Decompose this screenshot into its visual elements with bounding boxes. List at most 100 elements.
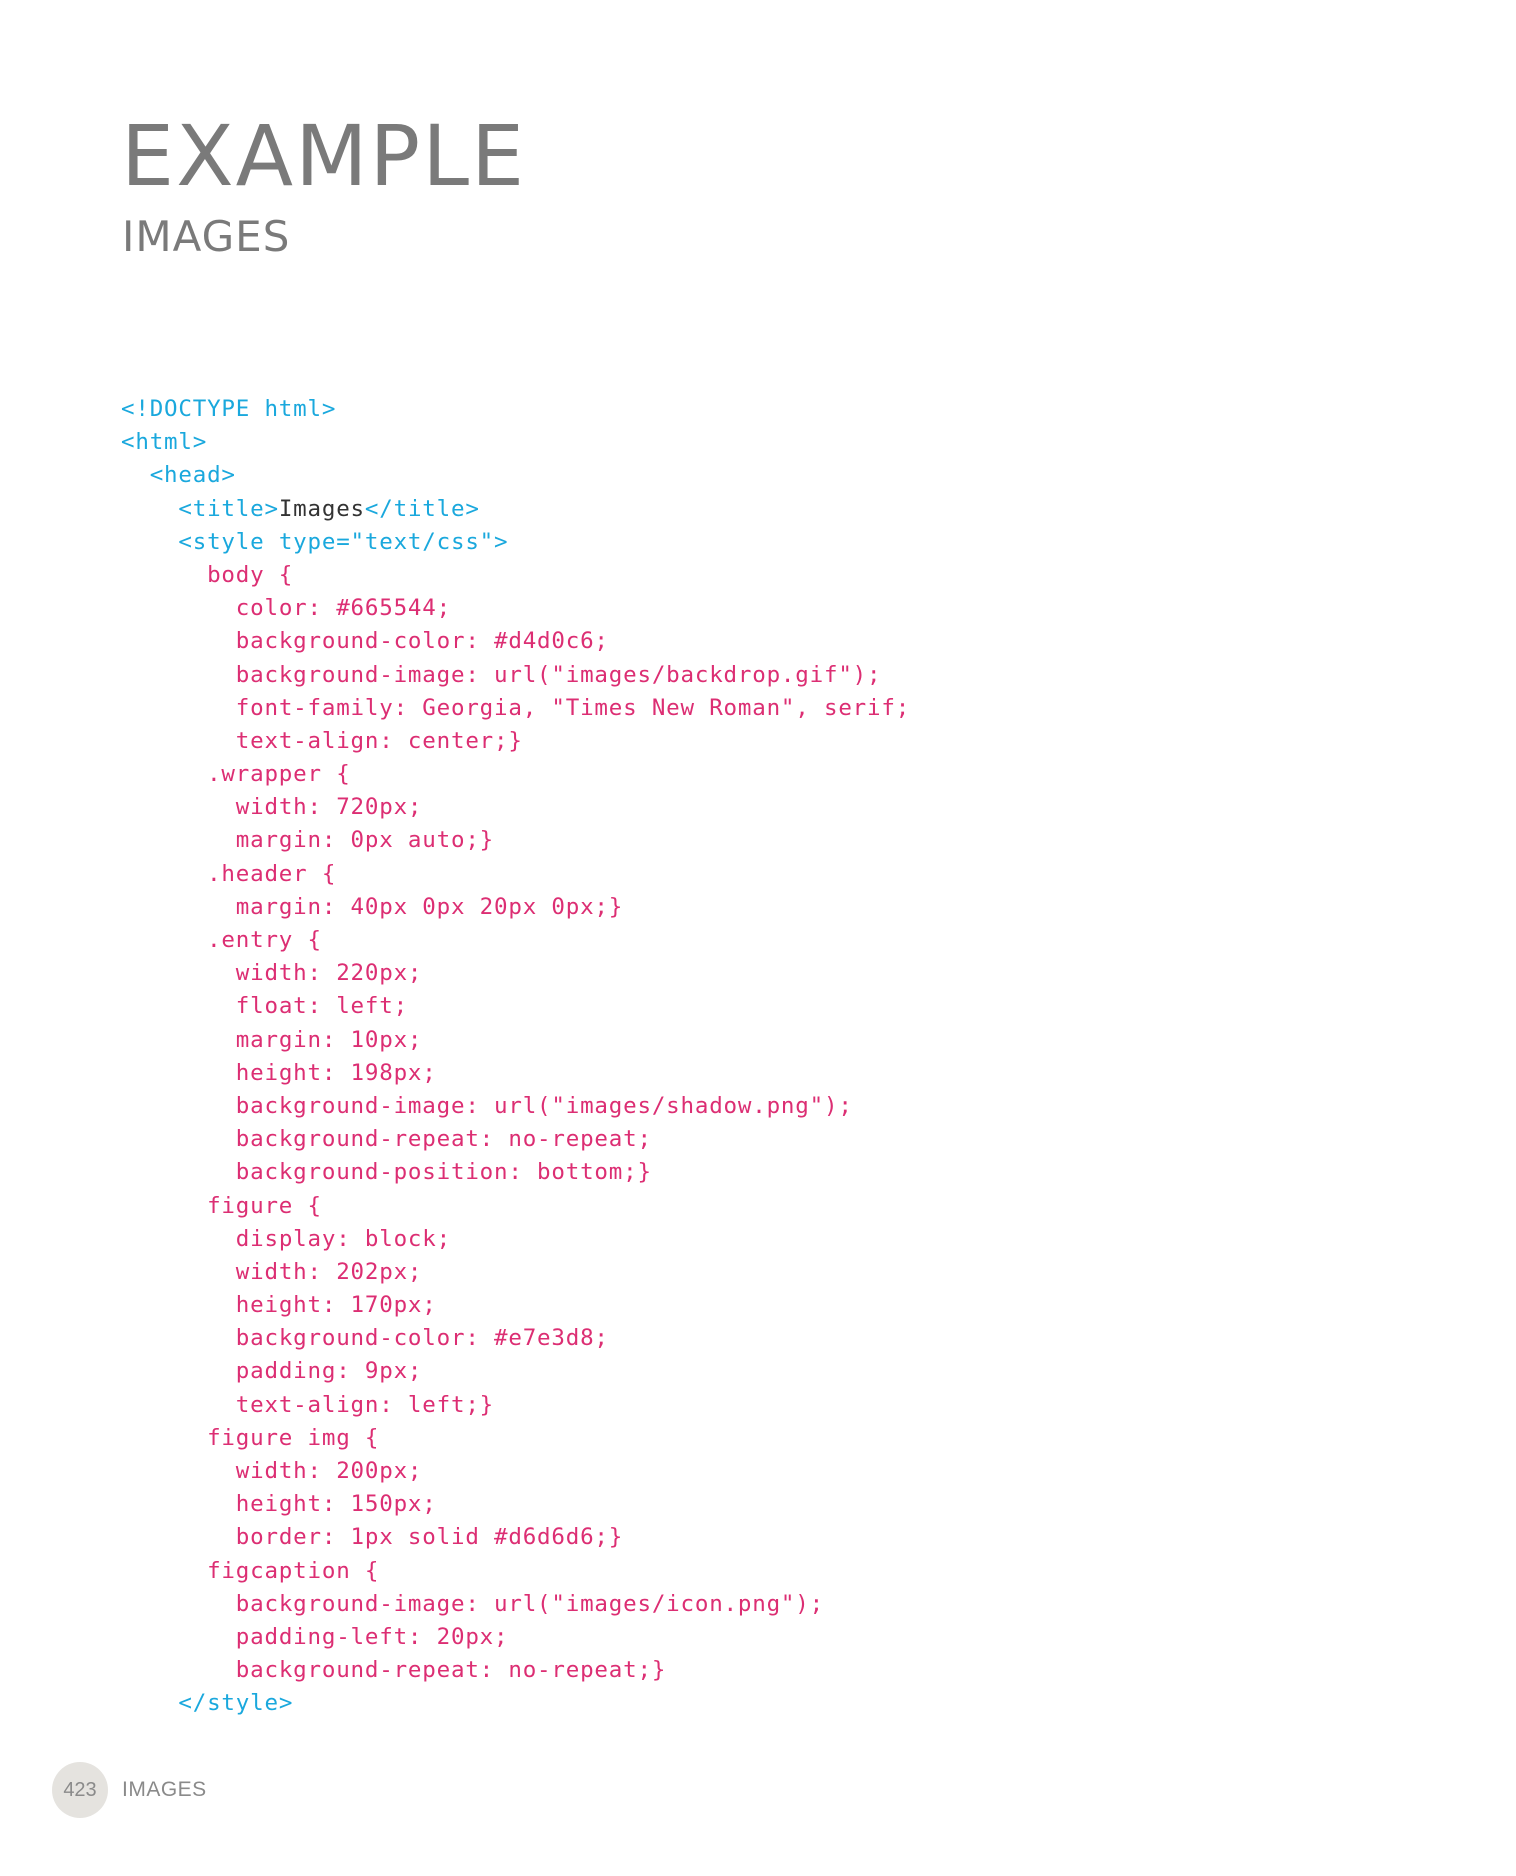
code-line: padding: 9px;: [121, 1355, 1421, 1388]
code-line: <style type="text/css">: [121, 526, 1421, 559]
code-css-rule: background-repeat: no-repeat;: [235, 1126, 652, 1153]
code-css-rule: padding-left: 20px;: [235, 1623, 509, 1650]
code-line: width: 720px;: [121, 791, 1421, 824]
page-title: EXAMPLE: [121, 107, 527, 205]
code-css-rule: figure img {: [207, 1424, 380, 1451]
code-line: float: left;: [121, 990, 1421, 1023]
code-css-rule: background-color: #e7e3d8;: [235, 1325, 609, 1352]
code-line: width: 200px;: [121, 1455, 1421, 1488]
page-number-badge: 423: [52, 1762, 108, 1818]
page-subtitle: IMAGES: [122, 212, 291, 261]
code-line: color: #665544;: [121, 592, 1421, 625]
code-line: border: 1px solid #d6d6d6;}: [121, 1521, 1421, 1554]
code-line: height: 198px;: [121, 1057, 1421, 1090]
code-css-rule: background-position: bottom;}: [235, 1159, 652, 1186]
code-line: .wrapper {: [121, 758, 1421, 791]
code-css-rule: .wrapper {: [207, 761, 351, 788]
code-css-rule: .header {: [207, 860, 337, 887]
code-css-rule: border: 1px solid #d6d6d6;}: [235, 1524, 624, 1551]
code-html-tag: </style>: [178, 1690, 294, 1717]
code-css-rule: height: 150px;: [235, 1491, 437, 1518]
code-css-rule: figure {: [207, 1192, 322, 1219]
code-css-rule: background-image: url("images/icon.png")…: [235, 1590, 824, 1617]
code-line: background-image: url("images/shadow.png…: [121, 1090, 1421, 1123]
code-html-tag: <style type="text/css">: [178, 528, 509, 555]
code-line: background-repeat: no-repeat;}: [121, 1654, 1421, 1687]
code-line: background-position: bottom;}: [121, 1156, 1421, 1189]
code-line: <html>: [121, 426, 1421, 459]
code-line: display: block;: [121, 1223, 1421, 1256]
code-html-tag: <title>: [178, 495, 279, 522]
code-css-rule: background-color: #d4d0c6;: [235, 628, 609, 655]
code-line: .entry {: [121, 924, 1421, 957]
code-line: font-family: Georgia, "Times New Roman",…: [121, 692, 1421, 725]
code-line: width: 202px;: [121, 1256, 1421, 1289]
code-line: .header {: [121, 858, 1421, 891]
code-css-rule: figcaption {: [207, 1557, 380, 1584]
code-line: background-image: url("images/icon.png")…: [121, 1588, 1421, 1621]
code-css-rule: body {: [207, 561, 294, 588]
code-css-rule: text-align: center;}: [235, 727, 523, 754]
code-line: margin: 40px 0px 20px 0px;}: [121, 891, 1421, 924]
code-line: height: 150px;: [121, 1488, 1421, 1521]
code-line: text-align: left;}: [121, 1389, 1421, 1422]
code-css-rule: width: 220px;: [235, 960, 423, 987]
code-css-rule: text-align: left;}: [235, 1391, 495, 1418]
code-css-rule: width: 202px;: [235, 1258, 423, 1285]
code-css-rule: background-repeat: no-repeat;}: [235, 1657, 667, 1684]
code-line: figure img {: [121, 1422, 1421, 1455]
code-line: <title>Images</title>: [121, 493, 1421, 526]
code-line: figure {: [121, 1190, 1421, 1223]
code-css-rule: display: block;: [235, 1225, 451, 1252]
code-line: background-image: url("images/backdrop.g…: [121, 659, 1421, 692]
code-html-tag: </title>: [364, 495, 480, 522]
code-line: background-color: #d4d0c6;: [121, 625, 1421, 658]
code-line: background-repeat: no-repeat;: [121, 1123, 1421, 1156]
code-line: figcaption {: [121, 1555, 1421, 1588]
code-line: margin: 10px;: [121, 1024, 1421, 1057]
code-line: width: 220px;: [121, 957, 1421, 990]
code-css-rule: color: #665544;: [235, 595, 451, 622]
code-css-rule: .entry {: [207, 927, 322, 953]
code-line: </style>: [121, 1687, 1421, 1720]
code-css-rule: margin: 0px auto;}: [235, 827, 495, 854]
code-text: Images: [278, 495, 365, 522]
code-html-tag: <head>: [149, 462, 236, 489]
code-html-tag: <!DOCTYPE html>: [121, 396, 337, 422]
code-listing: <!DOCTYPE html> <html> <head> <title>Imag…: [121, 393, 1421, 1721]
code-css-rule: background-image: url("images/shadow.png…: [235, 1092, 853, 1119]
code-line: body {: [121, 559, 1421, 592]
code-css-rule: float: left;: [235, 993, 408, 1020]
code-line: <!DOCTYPE html>: [121, 393, 1421, 426]
code-css-rule: background-image: url("images/backdrop.g…: [235, 661, 882, 688]
